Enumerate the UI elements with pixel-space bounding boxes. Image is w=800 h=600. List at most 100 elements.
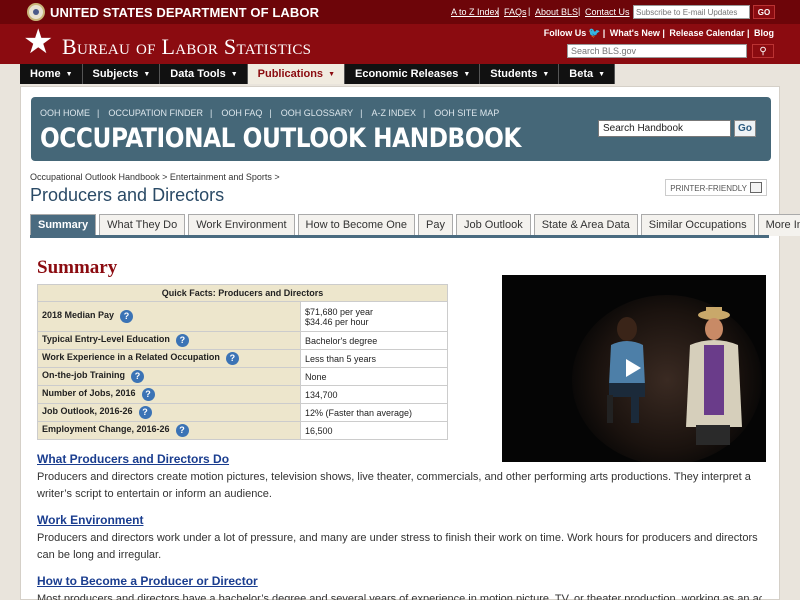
work-environment-link[interactable]: Work Environment [37,513,143,527]
video-person-seated [607,317,645,423]
ooh-glossary-link[interactable]: OOH GLOSSARY [281,108,353,118]
table-row: Employment Change, 2016-26? 16,500 [37,421,448,440]
nav-home[interactable]: Home ▼ [20,64,83,84]
help-icon[interactable]: ? [175,334,189,347]
help-icon[interactable]: ? [138,406,152,419]
blog-link[interactable]: Blog [754,28,774,38]
help-icon[interactable]: ? [120,310,134,323]
ooh-site-map-link[interactable]: OOH SITE MAP [434,108,499,118]
summary-heading: Summary [37,257,118,278]
fact-value: 134,700 [300,385,448,404]
help-icon[interactable]: ? [225,352,239,365]
ooh-banner: OOH HOME | OCCUPATION FINDER | OOH FAQ | OO… [31,97,771,161]
handbook-go-button[interactable]: Go [734,120,756,137]
bls-search-input[interactable] [567,44,747,58]
about-bls-link[interactable]: About BLS [535,7,578,17]
table-row: Job Outlook, 2016-26? 12% (Faster than a… [37,403,448,422]
tab-underline [30,235,769,238]
bls-search-button[interactable]: ⚲ [752,44,774,58]
what-they-do-link[interactable]: What Producers and Directors Do [37,452,229,466]
table-row: Number of Jobs, 2016? 134,700 [37,385,448,404]
tab-job-outlook[interactable]: Job Outlook [456,214,531,236]
occupation-finder-link[interactable]: OCCUPATION FINDER [108,108,203,118]
release-calendar-link[interactable]: Release Calendar [669,28,744,38]
breadcrumb-entertainment-link[interactable]: Entertainment and Sports [170,172,272,182]
ooh-links: OOH HOME | OCCUPATION FINDER | OOH FAQ | OO… [40,108,506,118]
dol-seal-icon[interactable] [27,3,45,21]
tab-more-info[interactable]: More Info [757,214,800,236]
tab-summary[interactable]: Summary [30,214,97,236]
video-player[interactable] [502,275,766,462]
what-they-do-text: Producers and directors create motion pi… [37,471,751,500]
caret-down-icon: ▼ [230,71,238,78]
page-title: Producers and Directors [30,185,225,205]
work-environment-text: Producers and directors work under a lot… [37,532,758,561]
ooh-separator: | [210,108,213,118]
nav-economic-releases[interactable]: Economic Releases ▼ [345,64,481,84]
follow-us-label: Follow Us [543,28,587,38]
help-icon[interactable]: ? [131,370,144,383]
fact-value: 16,500 [300,421,448,440]
tab-state-area-data[interactable]: State & Area Data [533,214,638,236]
email-go-button[interactable]: GO [753,5,775,19]
site-header: UNITED STATES DEPARTMENT OF LABOR A to Z… [0,0,800,64]
nav-subjects[interactable]: Subjects ▼ [83,64,161,84]
top-separator: | [497,6,500,16]
quick-facts-table: Quick Facts: Producers and Directors 201… [37,284,448,440]
fact-label: On-the-job Training? [37,367,301,386]
faqs-link[interactable]: FAQs [504,7,527,17]
fact-value: None [300,367,448,386]
fact-value: Less than 5 years [300,349,448,368]
ooh-faq-link[interactable]: OOH FAQ [221,108,262,118]
help-icon[interactable]: ? [175,424,189,437]
tab-bar: Summary What They Do Work Environment Ho… [30,214,800,236]
contact-us-link[interactable]: Contact Us [585,7,630,17]
whats-new-link[interactable]: What's New [610,28,660,38]
tab-what-they-do[interactable]: What They Do [99,214,186,236]
caret-down-icon: ▼ [65,71,73,78]
tab-similar-occupations[interactable]: Similar Occupations [640,214,755,236]
ooh-title[interactable]: OCCUPATIONAL OUTLOOK HANDBOOK [40,123,521,154]
video-person-standing [686,307,742,445]
breadcrumb-ooh-link[interactable]: Occupational Outlook Handbook [30,172,160,182]
fact-value: 12% (Faster than average) [300,403,448,422]
fact-label: Number of Jobs, 2016? [37,385,301,404]
bls-star-icon[interactable]: ★ [23,25,53,59]
table-row: Typical Entry-Level Education? Bachelor'… [37,331,448,350]
handbook-search-input[interactable] [598,120,731,137]
content-panel: OOH HOME | OCCUPATION FINDER | OOH FAQ | OO… [20,86,800,600]
caret-down-icon: ▼ [598,71,606,78]
bls-title[interactable]: Bureau of Labor Statistics [62,34,311,60]
fact-label: Work Experience in a Related Occupation? [37,349,301,368]
ooh-separator: | [422,108,426,118]
tab-work-environment[interactable]: Work Environment [188,214,295,236]
printer-icon [750,182,762,193]
ooh-separator: | [269,108,272,118]
play-icon[interactable] [626,359,641,377]
help-icon[interactable]: ? [141,388,155,401]
twitter-icon[interactable]: 🐦 [588,28,600,39]
how-to-become-link[interactable]: How to Become a Producer or Director [37,574,258,588]
nav-students[interactable]: Students ▼ [480,64,560,84]
table-row: 2018 Median Pay? $71,680 per year $34.46 … [37,301,448,332]
tab-how-to-become-one[interactable]: How to Become One [297,214,416,236]
tab-pay[interactable]: Pay [418,214,453,236]
ooh-home-link[interactable]: OOH HOME [40,108,90,118]
table-row: On-the-job Training? None [37,367,448,386]
fact-value: Bachelor's degree [300,331,448,350]
a-z-index-link[interactable]: A-Z INDEX [371,108,416,118]
printer-friendly-button[interactable]: PRINTER-FRIENDLY [665,179,767,196]
nav-publications[interactable]: Publications ▼ [247,64,345,84]
fact-value: $71,680 per year $34.46 per hour [300,301,448,332]
email-subscribe-input[interactable] [633,5,750,19]
dol-topbar: UNITED STATES DEPARTMENT OF LABOR A to Z… [0,0,800,24]
nav-beta[interactable]: Beta ▼ [559,64,616,84]
table-row: Work Experience in a Related Occupation?… [37,349,448,368]
quick-facts-caption: Quick Facts: Producers and Directors [37,284,448,302]
top-separator: | [528,6,531,16]
top-separator: | [578,6,581,16]
fact-label: 2018 Median Pay? [37,301,301,332]
dol-title[interactable]: UNITED STATES DEPARTMENT OF LABOR [50,5,319,20]
nav-data-tools[interactable]: Data Tools ▼ [160,64,248,84]
a-to-z-link[interactable]: A to Z Index [451,7,499,17]
